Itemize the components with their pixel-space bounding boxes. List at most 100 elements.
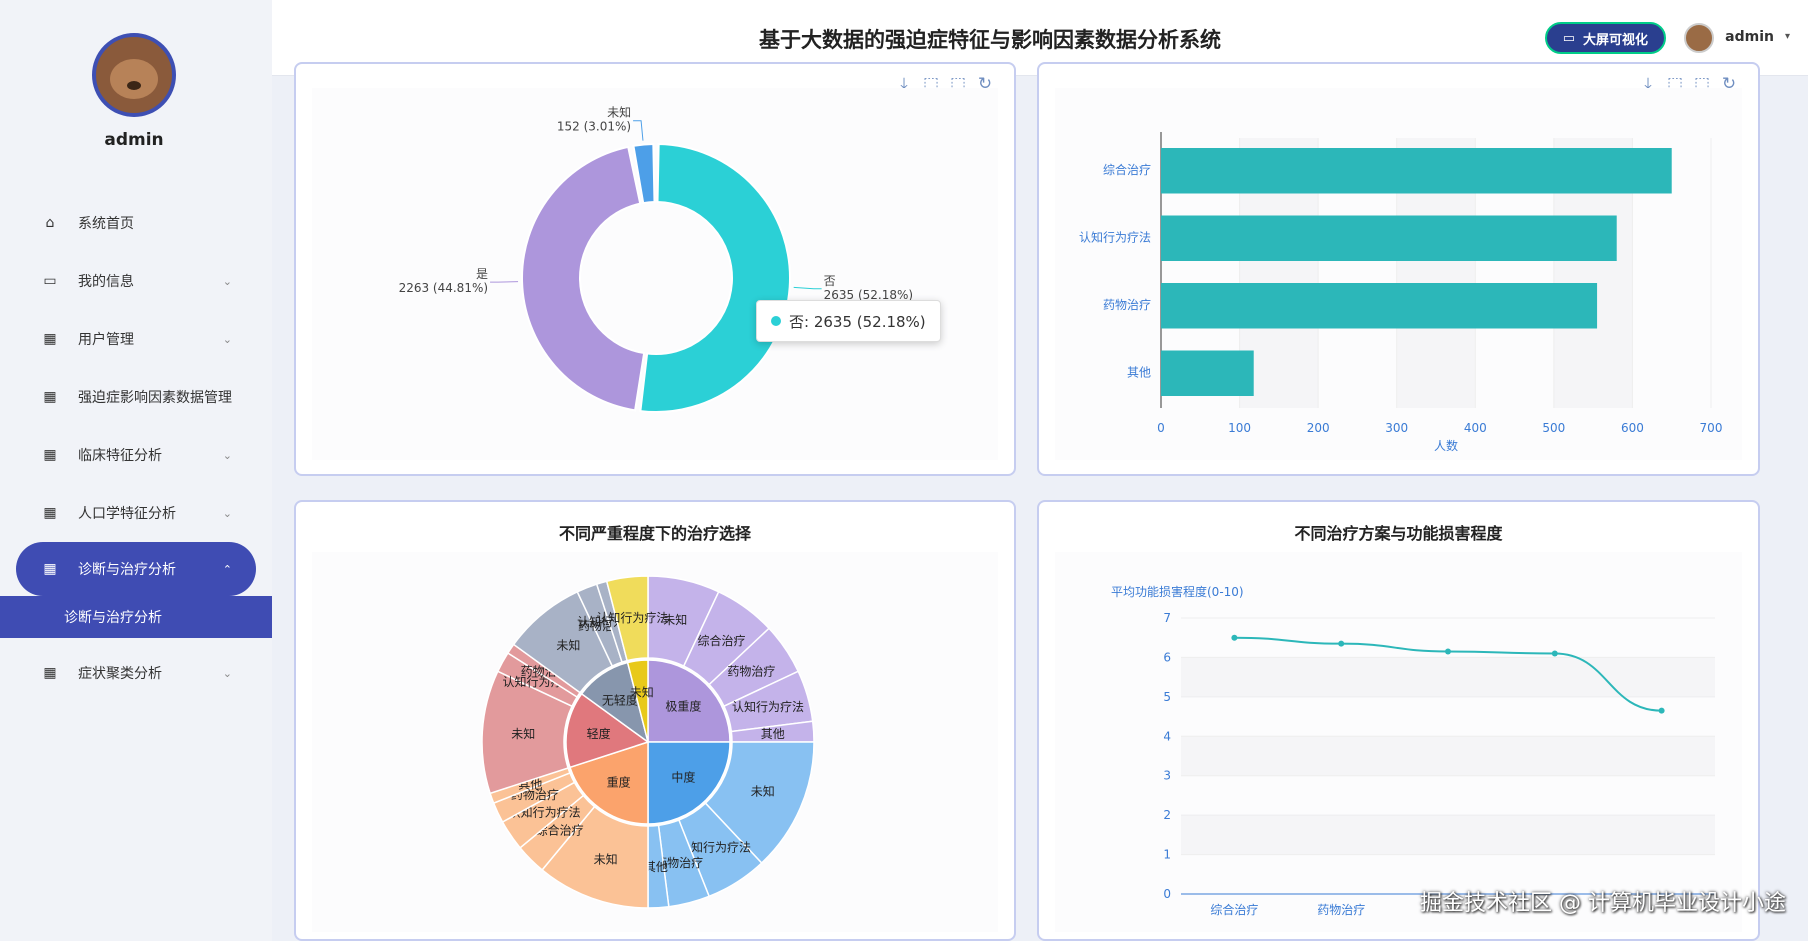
line-chart-card: 不同治疗方案与功能损害程度 ⤓ ⬚ ⬚ ↻ 01234567平均功能损害程度(0… <box>1037 500 1760 941</box>
caret-down-icon[interactable]: ▾ <box>1785 31 1790 42</box>
sidebar-item-user-management[interactable]: ▦ 用户管理 ⌄ <box>0 310 272 368</box>
x-tick-label: 0 <box>1157 421 1165 435</box>
sidebar-item-clinical-analysis[interactable]: ▦ 临床特征分析 ⌄ <box>0 426 272 484</box>
grid-band <box>1181 736 1715 776</box>
grid-icon: ▦ <box>43 389 57 405</box>
bar-chart-area: 0 100 200 300 400 500 600 700 综合治疗 认知行为疗法 药物治疗 其他 人数 <box>1055 88 1742 460</box>
avatar[interactable] <box>1684 23 1714 53</box>
grid-icon: ▦ <box>43 447 57 463</box>
header-username[interactable]: admin <box>1725 29 1774 45</box>
bar-chart-card: ⤓ ⬚ ⬚ ↻ 0 100 200 300 400 500 600 700 综合治疗 认知行为疗法… <box>1037 62 1760 476</box>
pie-chart-card: ⤓ ⬚ ⬚ ↻ 否 2635 (52.18%) 是 2263 (44.81%) 未知 15… <box>294 62 1016 476</box>
x-tick-label: 300 <box>1385 421 1408 435</box>
x-tick-label: 100 <box>1228 421 1251 435</box>
sidebar-item-label: 用户管理 <box>78 332 134 348</box>
x-tick-label: 200 <box>1307 421 1330 435</box>
sidebar-item-home[interactable]: ⌂ 系统首页 <box>0 194 272 252</box>
pie-label-line <box>490 281 519 283</box>
pie-label-line <box>793 286 822 290</box>
y-tick-label: 综合治疗 <box>1103 162 1151 177</box>
sidebar-menu: ⌂ 系统首页 ▭ 我的信息 ⌄ ▦ 用户管理 ⌄ ▦ 强迫症影响因素数据管理 ▦… <box>0 194 272 702</box>
bar-chart: 0 100 200 300 400 500 600 700 综合治疗认知行为疗法药物治疗其他人数 <box>1079 132 1722 453</box>
sidebar-item-symptom-clustering[interactable]: ▦ 症状聚类分析 ⌄ <box>0 644 272 702</box>
sunburst-outer-label: 未知 <box>511 727 535 741</box>
sidebar-item-label: 我的信息 <box>78 274 134 290</box>
watermark: 掘金技术社区 @ 计算机毕业设计小途 <box>1420 891 1786 916</box>
chevron-down-icon: ⌄ <box>222 506 232 520</box>
line-point <box>1231 634 1238 641</box>
line-point <box>1338 640 1345 647</box>
y-tick-label: 3 <box>1163 769 1171 783</box>
y-tick-label: 1 <box>1163 848 1171 862</box>
bar <box>1161 148 1672 194</box>
sunburst-outer-label: 未知 <box>594 853 618 867</box>
sidebar-item-label: 临床特征分析 <box>78 448 162 464</box>
chevron-up-icon: ⌃ <box>222 562 232 576</box>
grid-band <box>1181 696 1715 737</box>
sunburst-outer-label: 未知 <box>751 785 775 799</box>
grid-icon: ▦ <box>43 331 57 347</box>
grid-icon: ▦ <box>43 665 57 681</box>
pie-label: 是 <box>476 267 488 281</box>
y-tick-label: 2 <box>1163 808 1171 822</box>
chart-title: 不同严重程度下的治疗选择 <box>558 524 751 543</box>
sunburst-inner-label: 中度 <box>671 769 695 784</box>
x-tick-label: 600 <box>1621 421 1644 435</box>
line-point <box>1551 650 1558 657</box>
sunburst-outer-label: 认知行为疗法 <box>732 700 804 714</box>
sidebar-item-diagnosis-treatment[interactable]: ▦ 诊断与治疗分析 ⌃ <box>16 542 256 596</box>
sunburst-outer-label: 未知 <box>556 639 580 653</box>
line-chart: 0 1 2 3 4 5 6 7 平均功能损害程度(0-10) 综合治疗 药物治疗 <box>1111 584 1715 917</box>
sidebar-item-label: 人口学特征分析 <box>78 506 176 522</box>
chevron-down-icon: ⌄ <box>222 448 232 462</box>
sidebar-item-demographic-analysis[interactable]: ▦ 人口学特征分析 ⌄ <box>0 484 272 542</box>
sidebar-item-label: 症状聚类分析 <box>78 666 162 682</box>
chart-title: 不同治疗方案与功能损害程度 <box>1294 524 1503 543</box>
pie-chart: 否2635 (52.18%)是2263 (44.81%)未知152 (3.01%… <box>399 106 913 413</box>
sidebar-item-label: 强迫症影响因素数据管理 <box>78 390 232 406</box>
chevron-down-icon: ⌄ <box>222 274 232 288</box>
sidebar-item-data-management[interactable]: ▦ 强迫症影响因素数据管理 <box>0 368 272 426</box>
bar <box>1161 283 1598 329</box>
tooltip-dot <box>771 316 781 326</box>
x-tick-label: 综合治疗 <box>1210 902 1258 917</box>
sunburst-outer-label: 认知行为疗法 <box>596 611 668 625</box>
chevron-down-icon: ⌄ <box>222 666 232 680</box>
avatar-nose <box>127 81 141 90</box>
home-icon: ⌂ <box>45 215 55 231</box>
bar <box>1161 215 1617 261</box>
x-axis-label: 人数 <box>1434 438 1458 453</box>
sunburst-outer-label: 综合治疗 <box>697 633 745 648</box>
chevron-down-icon: ⌄ <box>222 332 232 346</box>
bar <box>1161 350 1254 396</box>
avatar-face <box>110 59 158 99</box>
grid-icon: ▦ <box>43 561 57 577</box>
sidebar-username: admin <box>104 130 164 150</box>
y-tick-label: 认知行为疗法 <box>1079 230 1151 244</box>
y-tick-label: 药物治疗 <box>1103 298 1151 312</box>
pie-value-label: 2263 (44.81%) <box>399 281 488 295</box>
user-avatar[interactable] <box>92 33 176 117</box>
x-tick-label: 500 <box>1542 421 1565 435</box>
sunburst-chart-area: 极重度 中度 重度 轻度 无轻度 未知 未知 综合治疗 药物治疗 认知行为疗法 其他 未知 认知行为疗法… <box>312 552 998 932</box>
pie-slice <box>521 145 646 412</box>
bigscreen-label: 大屏可视化 <box>1582 32 1648 48</box>
bigscreen-button[interactable]: ▭ 大屏可视化 <box>1544 22 1666 54</box>
sunburst-outer-label: 药物治疗 <box>727 665 775 679</box>
y-tick-label: 5 <box>1163 690 1171 704</box>
line-point <box>1658 707 1665 714</box>
grid-band <box>1181 775 1715 816</box>
sunburst-inner-label: 未知 <box>630 685 654 699</box>
tooltip-label: 否: 2635 (52.18%) <box>789 312 926 331</box>
sidebar-item-label: 系统首页 <box>78 216 134 232</box>
y-tick-label: 其他 <box>1127 365 1151 379</box>
sidebar-subitem-diagnosis-treatment[interactable]: 诊断与治疗分析 <box>0 596 272 638</box>
pie-tooltip: 否: 2635 (52.18%) <box>756 300 941 342</box>
card-icon: ▭ <box>43 273 57 289</box>
grid-icon: ▦ <box>43 505 57 521</box>
sunburst-outer-label: 其他 <box>761 727 785 741</box>
line-point <box>1445 648 1451 655</box>
pie-value-label: 152 (3.01%) <box>557 120 631 134</box>
y-tick-label: 7 <box>1163 611 1171 625</box>
sidebar-item-my-info[interactable]: ▭ 我的信息 ⌄ <box>0 252 272 310</box>
